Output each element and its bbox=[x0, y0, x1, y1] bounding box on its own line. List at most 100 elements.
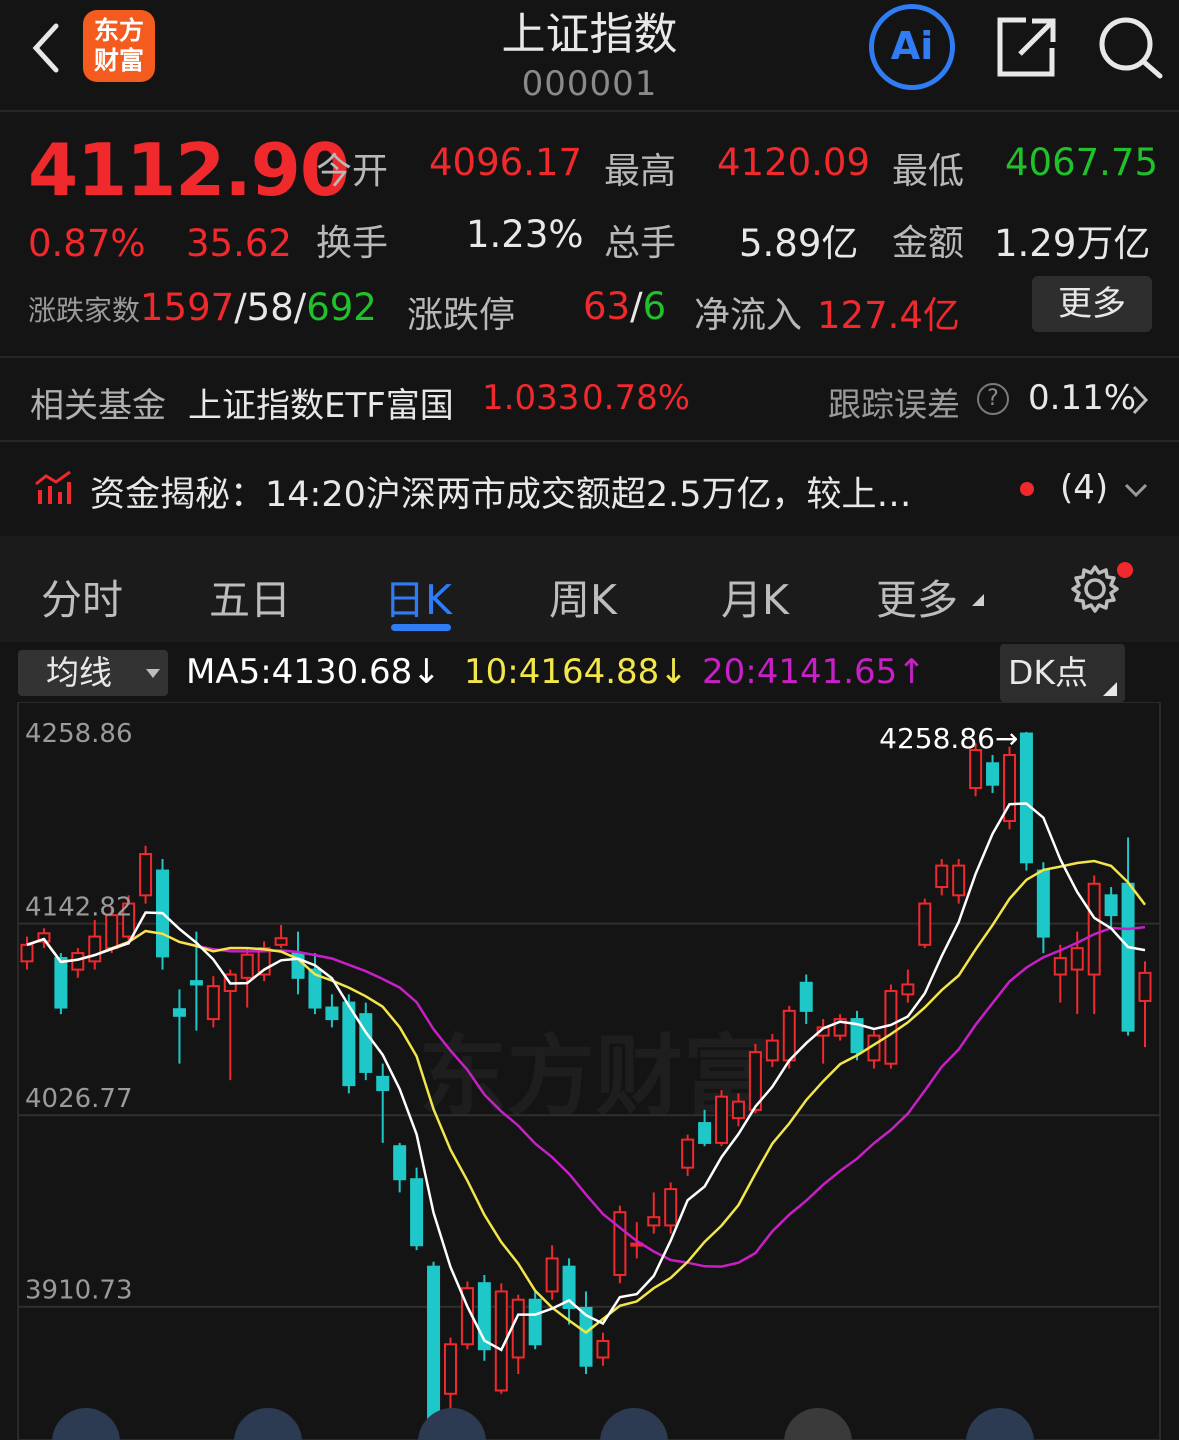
news-count: (4) bbox=[1060, 468, 1109, 508]
candle bbox=[528, 1291, 542, 1350]
fund-change: 0.78% bbox=[582, 378, 691, 418]
notification-dot bbox=[1117, 562, 1133, 578]
active-tab-indicator bbox=[391, 624, 451, 631]
tracking-error-value: 0.11% bbox=[1028, 378, 1137, 418]
unread-dot bbox=[1020, 482, 1034, 496]
candlestick-chart[interactable]: 东方财富 4258.864142.824026.773910.734258.86… bbox=[0, 702, 1179, 1440]
down-count: 692 bbox=[306, 286, 377, 329]
candle bbox=[20, 936, 34, 970]
candle-body bbox=[376, 1075, 390, 1092]
candle-body bbox=[342, 1001, 356, 1087]
related-fund-row[interactable]: 相关基金 上证指数ETF富国 1.033 0.78% 跟踪误差 ? 0.11% bbox=[0, 358, 1179, 440]
period-tabs: 分时 五日 日K 周K 月K 更多 bbox=[0, 536, 1179, 642]
tab-weekly-k[interactable]: 周K bbox=[549, 566, 617, 626]
candle-body bbox=[884, 990, 898, 1065]
search-icon[interactable] bbox=[1098, 16, 1164, 80]
candle-body bbox=[613, 1211, 627, 1276]
y-tick-label: 3910.73 bbox=[25, 1276, 133, 1306]
more-quote-button[interactable]: 更多 bbox=[1032, 276, 1152, 332]
ma10-value: 10:4164.88↓ bbox=[464, 652, 688, 692]
current-price: 4112.90 bbox=[28, 128, 350, 212]
candle bbox=[1036, 862, 1050, 954]
candle bbox=[1053, 944, 1067, 1003]
candle-body bbox=[596, 1339, 610, 1359]
low-label: 最低 bbox=[892, 151, 965, 192]
kline-chart-panel: 均线 MA5:4130.68↓ 10:4164.88↓ 20:4141.65↑ … bbox=[0, 642, 1179, 1440]
candle-body bbox=[698, 1122, 712, 1144]
share-icon[interactable] bbox=[996, 16, 1056, 78]
change-amount: 35.62 bbox=[186, 222, 292, 265]
candle-body bbox=[1036, 869, 1050, 938]
tab-more[interactable]: 更多 bbox=[876, 566, 958, 626]
settings-icon[interactable] bbox=[1070, 564, 1120, 614]
candle bbox=[664, 1182, 678, 1234]
limit-down: 6 bbox=[642, 285, 667, 328]
breadth-label: 涨跌家数 bbox=[28, 294, 141, 327]
turnover-value: 1.23% bbox=[466, 213, 584, 256]
candle bbox=[562, 1258, 576, 1325]
ai-assistant-icon[interactable]: Ai bbox=[869, 4, 955, 90]
up-count: 1597 bbox=[140, 286, 235, 329]
high-label: 最高 bbox=[604, 151, 677, 192]
candle bbox=[935, 858, 949, 896]
candle-body bbox=[393, 1145, 407, 1181]
candle bbox=[1121, 837, 1135, 1036]
dk-dropdown-indicator bbox=[1103, 682, 1117, 696]
candle bbox=[376, 1063, 390, 1143]
fund-price: 1.033 bbox=[482, 378, 580, 418]
candle bbox=[833, 1014, 847, 1041]
candle-body bbox=[715, 1095, 729, 1144]
candle bbox=[952, 858, 966, 904]
open-value: 4096.17 bbox=[429, 141, 583, 184]
netflow-label: 净流入 bbox=[694, 295, 803, 336]
tab-daily-k[interactable]: 日K bbox=[384, 566, 452, 626]
candle bbox=[172, 989, 186, 1064]
candle bbox=[240, 948, 254, 1008]
amount-value: 1.29万亿 bbox=[994, 222, 1151, 265]
open-label: 今开 bbox=[316, 151, 389, 192]
candle bbox=[596, 1332, 610, 1366]
candle bbox=[545, 1245, 559, 1300]
candle bbox=[342, 994, 356, 1094]
news-ticker[interactable]: 资金揭秘：14:20沪深两市成交额超2.5万亿，较上… (4) bbox=[0, 442, 1179, 534]
fund-name: 上证指数ETF富国 bbox=[188, 386, 454, 426]
candle bbox=[308, 953, 322, 1015]
candle-body bbox=[325, 1006, 339, 1021]
turnover-label: 换手 bbox=[316, 223, 389, 264]
candle-body bbox=[545, 1257, 559, 1293]
candle bbox=[1138, 961, 1152, 1048]
candle-body bbox=[274, 937, 288, 946]
candle-body bbox=[731, 1100, 745, 1120]
tab-monthly-k[interactable]: 月K bbox=[721, 566, 789, 626]
candle bbox=[274, 925, 288, 949]
max-price-marker: 4258.86→ bbox=[879, 722, 1018, 755]
candle-body bbox=[443, 1343, 457, 1395]
chevron-down-icon[interactable] bbox=[1124, 482, 1148, 502]
candle bbox=[71, 948, 85, 978]
indicator-selector[interactable]: 均线 bbox=[18, 650, 168, 696]
ma20-value: 20:4141.65↑ bbox=[702, 652, 926, 692]
candle-body bbox=[952, 864, 966, 897]
candle-body bbox=[901, 983, 915, 996]
candle-body bbox=[511, 1298, 525, 1359]
dk-point-button[interactable]: DK点 bbox=[1000, 644, 1125, 702]
help-icon[interactable]: ? bbox=[977, 383, 1009, 415]
chevron-right-icon bbox=[1130, 384, 1150, 420]
candle-body bbox=[986, 762, 1000, 786]
candle-body bbox=[681, 1138, 695, 1169]
netflow-value: 127.4亿 bbox=[817, 294, 960, 337]
market-breadth: 涨跌家数1597/58/692 bbox=[28, 286, 377, 329]
candle-body bbox=[410, 1178, 424, 1247]
candle-body bbox=[1104, 894, 1118, 917]
ma5-value: MA5:4130.68↓ bbox=[186, 652, 441, 692]
candle bbox=[325, 994, 339, 1028]
amount-label: 金额 bbox=[892, 223, 965, 264]
tab-five-day[interactable]: 五日 bbox=[209, 566, 291, 626]
candle-body bbox=[918, 902, 932, 946]
candle-body bbox=[528, 1298, 542, 1346]
candle-body bbox=[1138, 971, 1152, 1002]
top-nav-bar: 东方 财富 上证指数 000001 Ai bbox=[0, 0, 1179, 112]
tab-intraday[interactable]: 分时 bbox=[41, 566, 123, 626]
candle bbox=[410, 1167, 424, 1251]
candle bbox=[1019, 731, 1033, 871]
